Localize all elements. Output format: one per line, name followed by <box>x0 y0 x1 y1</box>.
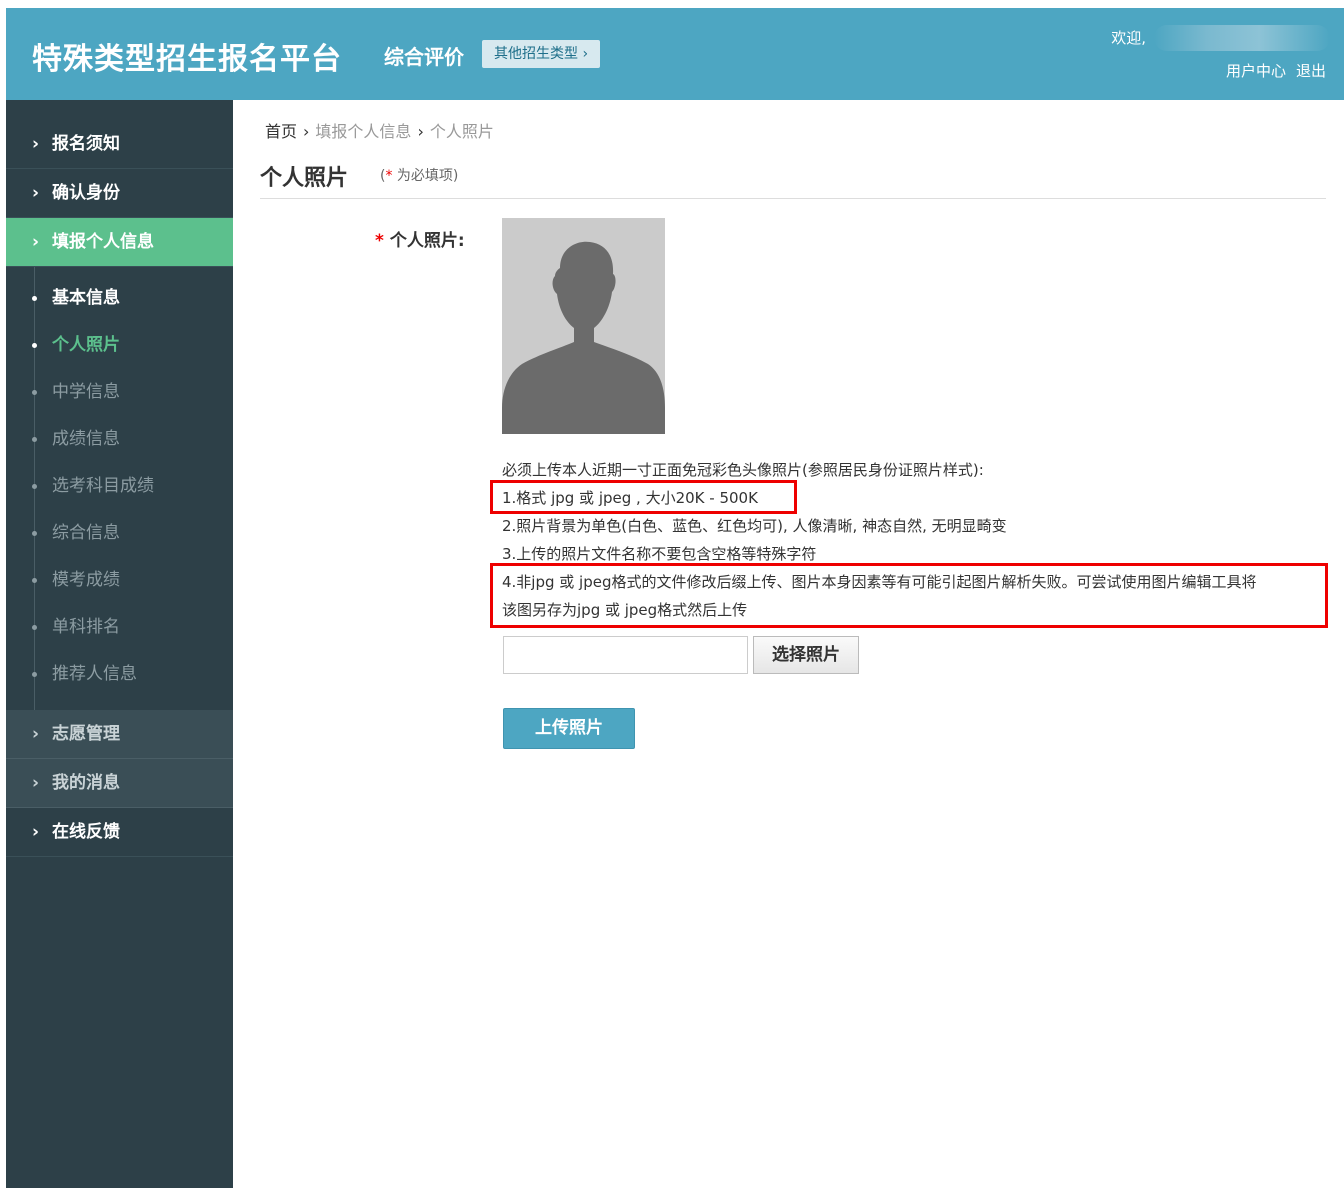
requirement-background: 2.照片背景为单色(白色、蓝色、红色均可), 人像清晰, 神态自然, 无明显畸变 <box>502 517 1007 535</box>
user-links: 用户中心 退出 <box>1216 60 1326 81</box>
subnav-item-basic-info[interactable]: 基本信息 <box>32 275 233 322</box>
subnav-item-grades-info[interactable]: 成绩信息 <box>32 416 233 463</box>
chevron-right-icon: › <box>32 134 40 154</box>
other-admission-types-button[interactable]: 其他招生类型 › <box>482 40 601 68</box>
sidebar-item-label: 志愿管理 <box>52 724 120 744</box>
title-divider <box>260 198 1326 199</box>
page-title: 个人照片 <box>260 166 349 191</box>
subnav-item-recommender-info[interactable]: 推荐人信息 <box>32 651 233 698</box>
breadcrumb-level2[interactable]: 填报个人信息 <box>315 122 411 141</box>
sidebar-item-label: 我的消息 <box>52 773 120 793</box>
chevron-right-icon: › <box>32 773 40 793</box>
chevron-right-icon: › <box>303 122 310 141</box>
sidebar-subnav: 基本信息 个人照片 中学信息 成绩信息 选考科目成绩 综合信息 模考成绩 单科排… <box>32 267 233 710</box>
sidebar-nav: › 报名须知 › 确认身份 › 填报个人信息 基本信息 个人照片 中学信息 成绩信息 … <box>6 100 233 1188</box>
logout-link[interactable]: 退出 <box>1296 62 1326 80</box>
sidebar-item-confirm-identity[interactable]: › 确认身份 <box>6 169 233 218</box>
person-silhouette-icon <box>502 218 665 434</box>
highlight-box-format <box>490 480 797 514</box>
chevron-right-icon: › <box>417 122 424 141</box>
sidebar-item-fill-personal-info[interactable]: › 填报个人信息 <box>6 218 233 267</box>
breadcrumb: 首页 › 填报个人信息 › 个人照片 <box>265 118 494 142</box>
chevron-right-icon: › <box>32 724 40 744</box>
subnav-item-elective-grades[interactable]: 选考科目成绩 <box>32 463 233 510</box>
chevron-right-icon: › <box>32 183 40 203</box>
photo-label-text: 个人照片: <box>389 231 465 251</box>
breadcrumb-home-link[interactable]: 首页 <box>265 122 297 141</box>
sidebar-item-application-management[interactable]: › 志愿管理 <box>6 710 233 759</box>
subnav-item-school-info[interactable]: 中学信息 <box>32 369 233 416</box>
top-header: 特殊类型招生报名平台 综合评价 其他招生类型 › 欢迎, 用户中心 退出 <box>6 8 1344 100</box>
subnav-item-mock-exam-scores[interactable]: 模考成绩 <box>32 557 233 604</box>
sidebar-item-label: 填报个人信息 <box>52 232 154 252</box>
photo-file-path-input[interactable] <box>503 636 748 674</box>
sidebar-item-label: 报名须知 <box>52 134 120 154</box>
admission-type-label: 综合评价 <box>384 45 464 69</box>
chevron-right-icon: › <box>32 822 40 842</box>
upload-photo-button[interactable]: 上传照片 <box>503 708 635 749</box>
sidebar-item-registration-notice[interactable]: › 报名须知 <box>6 120 233 169</box>
required-field-note: (* 为必填项) <box>380 165 458 185</box>
photo-preview <box>502 218 665 434</box>
chevron-right-icon: › <box>32 232 40 252</box>
photo-field-label: * 个人照片: <box>375 226 465 251</box>
subnav-item-personal-photo[interactable]: 个人照片 <box>32 322 233 369</box>
user-center-link[interactable]: 用户中心 <box>1226 62 1286 80</box>
subnav-item-subject-ranking[interactable]: 单科排名 <box>32 604 233 651</box>
subnav-item-comprehensive-info[interactable]: 综合信息 <box>32 510 233 557</box>
sidebar-item-online-feedback[interactable]: › 在线反馈 <box>6 808 233 857</box>
breadcrumb-current: 个人照片 <box>429 122 494 141</box>
required-star: * <box>375 231 384 251</box>
blurred-username <box>1154 25 1330 51</box>
sidebar-bottom-group: › 志愿管理 › 我的消息 <box>6 710 233 808</box>
highlight-box-conversion <box>490 563 1328 628</box>
sidebar-top-group: › 报名须知 › 确认身份 › 填报个人信息 <box>6 100 233 267</box>
sidebar-item-label: 在线反馈 <box>52 822 120 842</box>
sidebar-item-label: 确认身份 <box>52 183 120 203</box>
required-note-text: 为必填项) <box>392 168 459 184</box>
platform-title: 特殊类型招生报名平台 <box>32 42 342 77</box>
choose-photo-button[interactable]: 选择照片 <box>753 636 859 674</box>
sidebar-item-my-messages[interactable]: › 我的消息 <box>6 759 233 808</box>
welcome-text: 欢迎, <box>1111 29 1146 47</box>
